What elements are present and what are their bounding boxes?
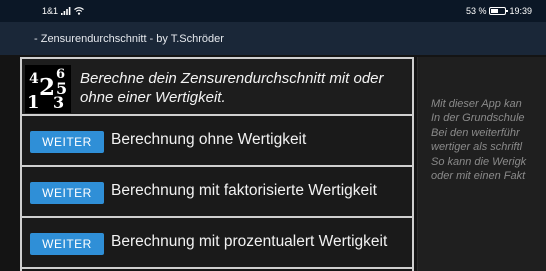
option-row-faktorisiert: WEITER Berechnung mit faktorisierte Wert… [22, 167, 412, 218]
info-line: Mit dieser App kan [431, 98, 522, 110]
carrier-label: 1&1 [42, 6, 59, 16]
grades-logo: 4 6 2 5 1 3 [25, 65, 71, 113]
info-text: Mit dieser App kan In der Grundschule Be… [431, 97, 546, 183]
clock: 19:39 [509, 6, 532, 16]
main-panel: 4 6 2 5 1 3 Berechne dein Zensurendurchs… [20, 57, 414, 271]
app-title-bar: - Zensurendurchschnitt - by T.Schröder [0, 22, 546, 55]
battery-fill [491, 9, 499, 13]
weiter-button-prozentual[interactable]: WEITER [30, 233, 104, 255]
weiter-button-ohne-wertigkeit[interactable]: WEITER [30, 131, 104, 153]
info-panel[interactable]: Mit dieser App kan In der Grundschule Be… [417, 57, 546, 271]
battery-icon [489, 7, 509, 15]
app-title: - Zensurendurchschnitt - by T.Schröder [34, 33, 224, 45]
signal-icon [61, 7, 71, 15]
header-description: Berechne dein Zensurendurchschnitt mit o… [80, 70, 384, 106]
info-line: In der Grundschule [431, 112, 525, 125]
header-row: 4 6 2 5 1 3 Berechne dein Zensurendurchs… [22, 57, 412, 116]
logo-digit: 4 [29, 71, 39, 87]
logo-digit: 1 [27, 92, 40, 113]
info-line: wertiger als schriftl [431, 141, 523, 154]
status-left: 1&1 [42, 6, 84, 16]
option-row-prozentual: WEITER Berechnung mit prozentualert Wert… [22, 218, 412, 269]
info-line: Bei den weiterführ [431, 126, 520, 139]
battery-percent: 53 % [465, 6, 487, 16]
option-label: Berechnung ohne Wertigkeit [111, 131, 307, 148]
option-label: Berechnung mit faktorisierte Wertigkeit [111, 182, 377, 199]
option-label: Berechnung mit prozentualert Wertigkeit [111, 233, 388, 250]
option-row-ohne-wertigkeit: WEITER Berechnung ohne Wertigkeit [22, 116, 412, 167]
weiter-button-faktorisiert[interactable]: WEITER [30, 182, 104, 204]
info-line: So kann die Werigk [431, 155, 527, 168]
info-line: oder mit einen Fakt [431, 169, 526, 182]
status-right: 53 % 19:39 [466, 6, 532, 16]
logo-digit: 3 [53, 93, 65, 112]
status-bar: 1&1 53 % 19:39 [0, 0, 546, 22]
wifi-icon [74, 7, 84, 15]
